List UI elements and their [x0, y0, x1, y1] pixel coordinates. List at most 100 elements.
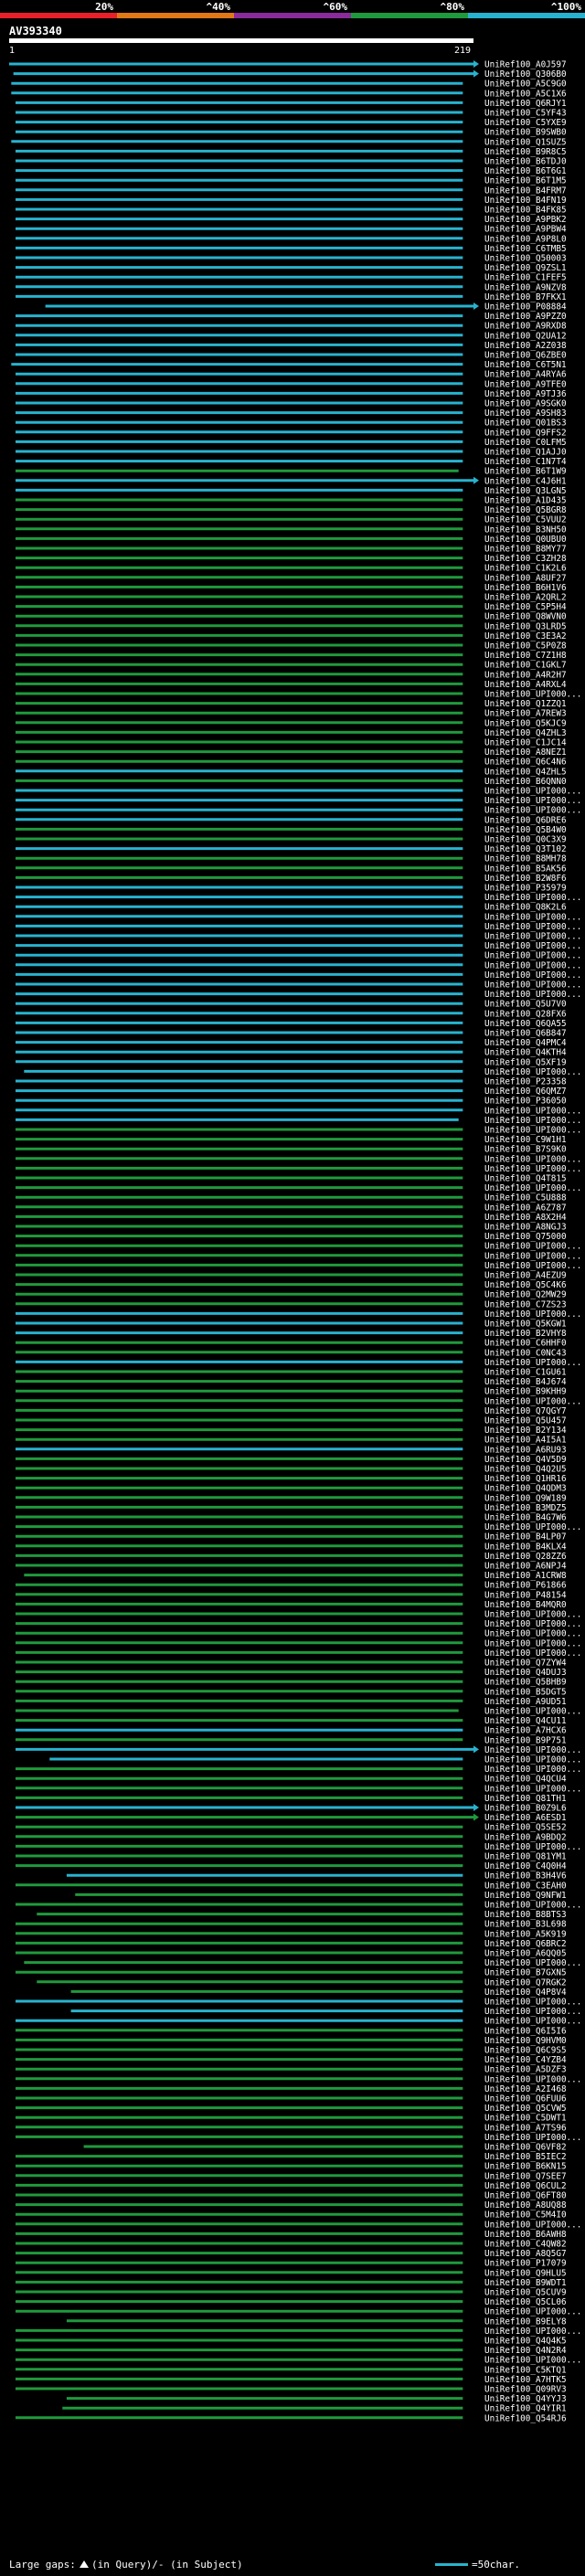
hit-row[interactable]: UniRef100_C7Z1H8 [15, 651, 567, 661]
hit-label[interactable]: UniRef100_A9BDQ2 [484, 1832, 567, 1842]
hit-label[interactable]: UniRef100_UPI000... [484, 2356, 581, 2366]
hit-label[interactable]: UniRef100_UPI000... [484, 1116, 581, 1126]
hit-label[interactable]: UniRef100_B6TDJ0 [484, 157, 567, 167]
hit-label[interactable]: UniRef100_C5YF43 [484, 109, 567, 119]
hit-row[interactable]: UniRef100_Q5B4W0 [15, 825, 567, 835]
hit-label[interactable]: UniRef100_B3L698 [484, 1920, 567, 1930]
hit-label[interactable]: UniRef100_C7Z1H8 [484, 651, 567, 661]
hit-row[interactable]: UniRef100_UPI000... [15, 1648, 581, 1659]
hit-row[interactable]: UniRef100_B4FK85 [15, 206, 567, 216]
hit-label[interactable]: UniRef100_Q9HLU5 [484, 2268, 567, 2278]
hit-row[interactable]: UniRef100_C0NC43 [15, 1348, 567, 1358]
hit-row[interactable]: UniRef100_C1GU61 [15, 1368, 567, 1378]
hit-row[interactable]: UniRef100_A9UD51 [15, 1697, 567, 1707]
hit-row[interactable]: UniRef100_P08884 [45, 302, 567, 313]
hit-label[interactable]: UniRef100_C6T5N1 [484, 360, 567, 370]
hit-label[interactable]: UniRef100_A9P8L0 [484, 234, 567, 244]
hit-row[interactable]: UniRef100_B6QNN0 [15, 777, 567, 787]
hit-row[interactable]: UniRef100_C6TMB5 [15, 244, 567, 254]
hit-label[interactable]: UniRef100_UPI000... [484, 1648, 581, 1659]
hit-label[interactable]: UniRef100_Q6ZBE0 [484, 351, 567, 361]
hit-row[interactable]: UniRef100_Q6ZBE0 [15, 351, 567, 361]
hit-label[interactable]: UniRef100_Q0C3X9 [484, 835, 567, 845]
hit-label[interactable]: UniRef100_B2Y134 [484, 1426, 567, 1436]
hit-label[interactable]: UniRef100_B6H1V6 [484, 583, 567, 593]
hit-row[interactable]: UniRef100_UPI000... [15, 2074, 581, 2084]
hit-row[interactable]: UniRef100_Q4V5D9 [15, 1455, 567, 1465]
hit-row[interactable]: UniRef100_Q4T815 [15, 1174, 567, 1184]
hit-label[interactable]: UniRef100_Q6C9S5 [484, 2046, 567, 2056]
hit-label[interactable]: UniRef100_Q1SUZ5 [484, 137, 567, 147]
hit-row[interactable]: UniRef100_A4EZU9 [15, 1271, 567, 1281]
hit-label[interactable]: UniRef100_A2QRL2 [484, 593, 567, 603]
hit-row[interactable]: UniRef100_C3E3A2 [15, 631, 567, 641]
hit-row[interactable]: UniRef100_B8MH78 [15, 854, 567, 864]
hit-row[interactable]: UniRef100_Q306B0 [13, 69, 567, 80]
hit-row[interactable]: UniRef100_Q09RV3 [15, 2385, 567, 2395]
hit-row[interactable]: UniRef100_UPI000... [15, 796, 581, 806]
hit-row[interactable]: UniRef100_A1D435 [15, 496, 567, 506]
hit-label[interactable]: UniRef100_B6T1W9 [484, 467, 567, 477]
hit-row[interactable]: UniRef100_Q3LGN5 [15, 486, 567, 496]
hit-label[interactable]: UniRef100_A8X2H4 [484, 1213, 567, 1223]
hit-label[interactable]: UniRef100_A5K919 [484, 1929, 567, 1939]
hit-label[interactable]: UniRef100_Q5CL06 [484, 2297, 567, 2307]
hit-label[interactable]: UniRef100_B7GXN5 [484, 1968, 567, 1978]
hit-label[interactable]: UniRef100_UPI000... [484, 2327, 581, 2337]
hit-label[interactable]: UniRef100_C3EAH0 [484, 1881, 567, 1891]
hit-label[interactable]: UniRef100_P35979 [484, 884, 567, 894]
hit-label[interactable]: UniRef100_A9TFE0 [484, 379, 567, 389]
hit-label[interactable]: UniRef100_Q4T815 [484, 1174, 567, 1184]
hit-label[interactable]: UniRef100_Q1AJJ0 [484, 448, 567, 458]
hit-label[interactable]: UniRef100_Q5C4K6 [484, 1280, 567, 1290]
hit-label[interactable]: UniRef100_Q6C4N6 [484, 758, 567, 768]
hit-label[interactable]: UniRef100_B4FN19 [484, 196, 567, 206]
hit-label[interactable]: UniRef100_Q3LGN5 [484, 486, 567, 496]
hit-row[interactable]: UniRef100_Q7ZYW4 [15, 1659, 567, 1669]
hit-row[interactable]: UniRef100_C0LFM5 [15, 438, 567, 448]
hit-label[interactable]: UniRef100_B9P751 [484, 1735, 567, 1745]
hit-label[interactable]: UniRef100_Q6I5I6 [484, 2026, 567, 2036]
hit-label[interactable]: UniRef100_A7HCX6 [484, 1726, 567, 1736]
hit-row[interactable]: UniRef100_Q5BHB9 [15, 1678, 567, 1688]
hit-row[interactable]: UniRef100_A8NEZ1 [15, 747, 567, 758]
hit-label[interactable]: UniRef100_P23358 [484, 1077, 567, 1087]
hit-row[interactable]: UniRef100_C6HHF0 [15, 1339, 567, 1349]
hit-label[interactable]: UniRef100_Q4DUJ3 [484, 1668, 567, 1678]
hit-label[interactable]: UniRef100_B4MQR0 [484, 1600, 567, 1610]
hit-label[interactable]: UniRef100_A6NPJ4 [484, 1562, 567, 1572]
hit-label[interactable]: UniRef100_A7HTK5 [484, 2375, 567, 2385]
hit-row[interactable]: UniRef100_A6Z787 [15, 1203, 567, 1213]
hit-row[interactable]: UniRef100_UPI000... [15, 806, 581, 816]
hit-label[interactable]: UniRef100_Q4YYJ3 [484, 2394, 567, 2404]
hit-label[interactable]: UniRef100_UPI000... [484, 1261, 581, 1271]
hit-row[interactable]: UniRef100_C4YZB4 [15, 2055, 567, 2065]
hit-row[interactable]: UniRef100_UPI000... [15, 1126, 581, 1136]
hit-label[interactable]: UniRef100_Q28ZZ6 [484, 1552, 567, 1562]
hit-label[interactable]: UniRef100_Q9ZSL1 [484, 263, 567, 273]
hit-row[interactable]: UniRef100_UPI000... [15, 1164, 581, 1174]
hit-row[interactable]: UniRef100_A6ESD1 [15, 1813, 567, 1823]
hit-label[interactable]: UniRef100_UPI000... [484, 1638, 581, 1648]
hit-row[interactable]: UniRef100_P23358 [15, 1077, 567, 1087]
hit-row[interactable]: UniRef100_A9NZV8 [15, 282, 567, 292]
hit-row[interactable]: UniRef100_C1GKL7 [15, 661, 567, 671]
hit-row[interactable]: UniRef100_B5DGT5 [15, 1687, 567, 1697]
hit-label[interactable]: UniRef100_B3H4V6 [484, 1871, 567, 1882]
hit-label[interactable]: UniRef100_Q5CUV9 [484, 2288, 567, 2298]
hit-row[interactable]: UniRef100_A2Z038 [15, 341, 567, 351]
hit-label[interactable]: UniRef100_B4G7W6 [484, 1513, 567, 1523]
hit-row[interactable]: UniRef100_B9KHH9 [15, 1387, 567, 1397]
hit-row[interactable]: UniRef100_UPI000... [15, 970, 581, 981]
hit-label[interactable]: UniRef100_Q6B847 [484, 1029, 567, 1039]
hit-row[interactable]: UniRef100_UPI000... [15, 1784, 581, 1794]
hit-label[interactable]: UniRef100_A8NEZ1 [484, 747, 567, 758]
hit-label[interactable]: UniRef100_A9NZV8 [484, 282, 567, 292]
hit-row[interactable]: UniRef100_B6T1M5 [15, 176, 567, 186]
hit-row[interactable]: UniRef100_UPI000... [15, 2356, 581, 2366]
hit-row[interactable]: UniRef100_B6TDJ0 [15, 157, 567, 167]
hit-row[interactable]: UniRef100_P48154 [15, 1590, 567, 1600]
hit-label[interactable]: UniRef100_B6T6G1 [484, 166, 567, 176]
hit-row[interactable]: UniRef100_Q6DRE6 [15, 815, 567, 825]
hit-row[interactable]: UniRef100_Q5CUV9 [15, 2288, 567, 2298]
